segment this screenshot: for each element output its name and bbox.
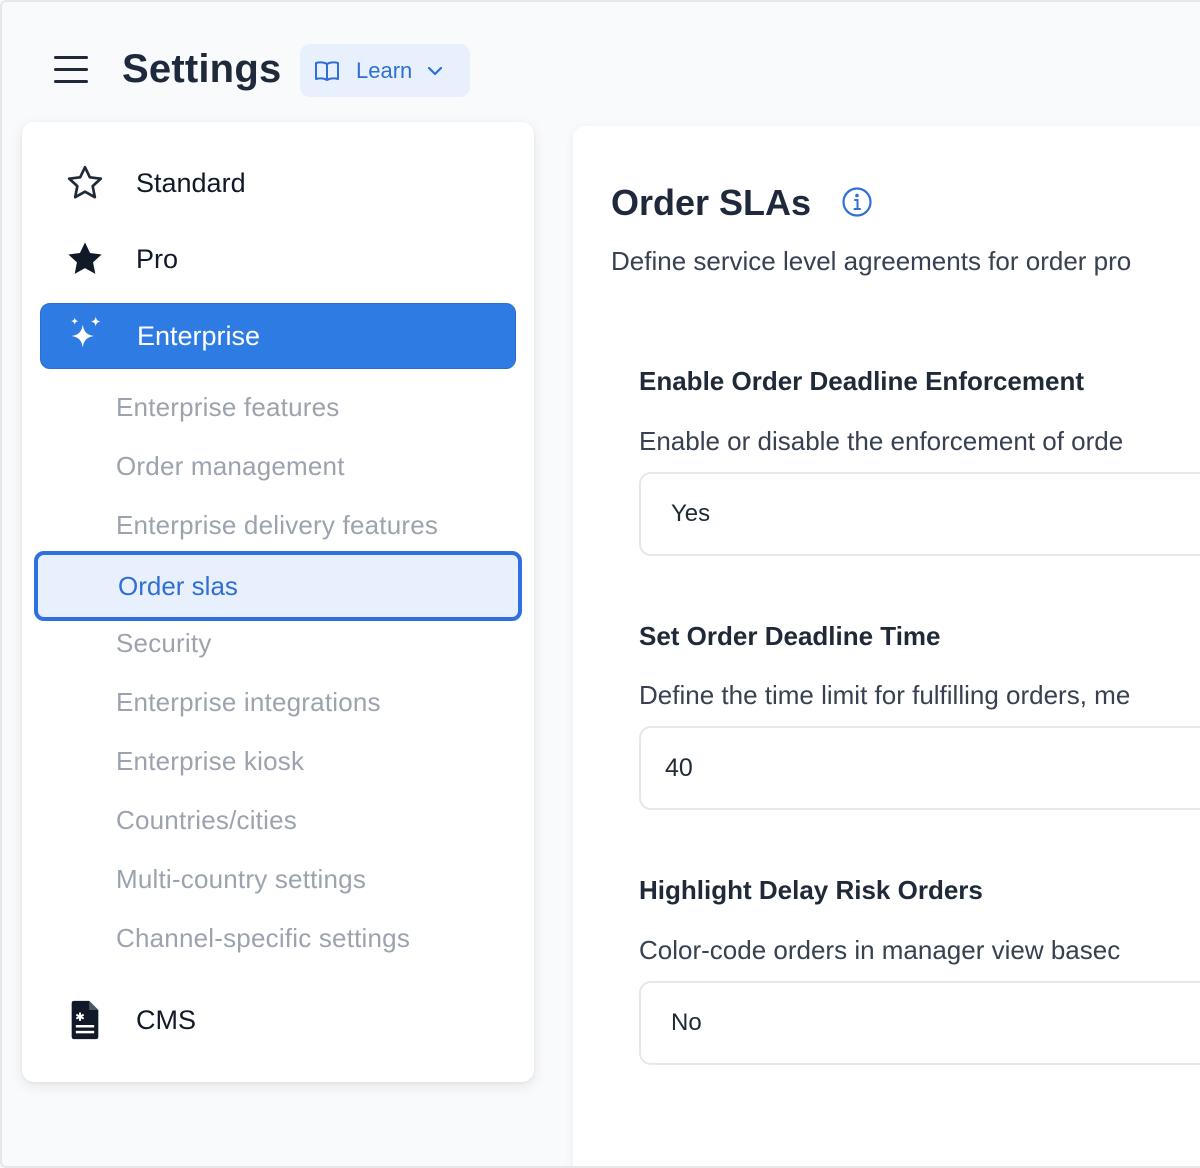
deadline-enforcement-select[interactable]: Yes: [639, 472, 1200, 556]
sidebar-subitem-order-slas[interactable]: Order slas: [34, 551, 522, 621]
field-help-deadline-time: Define the time limit for fulfilling ord…: [639, 680, 1131, 710]
field-label-delay-risk: Highlight Delay Risk Orders: [639, 875, 983, 905]
learn-label: Learn: [356, 57, 413, 83]
sidebar-item-pro[interactable]: Pro: [40, 226, 516, 292]
star-outline-icon: [67, 165, 103, 199]
sidebar-subitem-enterprise-features[interactable]: Enterprise features: [116, 387, 339, 427]
sidebar-subitem-order-management[interactable]: Order management: [116, 446, 345, 486]
sidebar-subitem-enterprise-integrations[interactable]: Enterprise integrations: [116, 682, 381, 722]
field-help-deadline-enforcement: Enable or disable the enforcement of ord…: [639, 426, 1124, 456]
delay-risk-select[interactable]: No: [639, 981, 1200, 1065]
sidebar-item-label: Standard: [136, 167, 246, 198]
sidebar-subitem-enterprise-delivery-features[interactable]: Enterprise delivery features: [116, 505, 438, 545]
sidebar-subitem-security[interactable]: Security: [116, 623, 212, 663]
field-label-deadline-time: Set Order Deadline Time: [639, 621, 941, 651]
sidebar-item-cms[interactable]: CMS: [40, 987, 516, 1053]
sidebar-subitem-countries-cities[interactable]: Countries/cities: [116, 800, 297, 840]
field-help-delay-risk: Color-code orders in manager view basec: [639, 935, 1121, 965]
sidebar-subitem-multi-country-settings[interactable]: Multi-country settings: [116, 859, 366, 899]
field-label-deadline-enforcement: Enable Order Deadline Enforcement: [639, 366, 1085, 396]
sidebar-item-enterprise[interactable]: Enterprise: [40, 303, 516, 369]
sidebar-item-standard[interactable]: Standard: [40, 150, 516, 216]
sidebar-item-label: Pro: [136, 243, 179, 274]
info-icon[interactable]: [841, 186, 873, 218]
sidebar-subitem-channel-specific-settings[interactable]: Channel-specific settings: [116, 918, 410, 958]
input-value: 40: [665, 753, 693, 782]
sparkles-icon: [71, 316, 101, 348]
section-description: Define service level agreements for orde…: [611, 246, 1132, 276]
learn-dropdown-button[interactable]: Learn: [300, 44, 470, 97]
star-filled-icon: [68, 242, 102, 274]
app-window: Settings Learn Standard Pro Enterprise E…: [0, 0, 1200, 1168]
sidebar-item-label: Enterprise: [137, 320, 261, 351]
section-title: Order SLAs: [611, 182, 812, 223]
sidebar-subitem-enterprise-kiosk[interactable]: Enterprise kiosk: [116, 741, 304, 781]
select-value: No: [671, 1009, 702, 1036]
chevron-down-icon: [428, 66, 443, 75]
select-value: Yes: [671, 500, 711, 527]
document-icon: [71, 1000, 99, 1040]
order-slas-panel: Order SLAs Define service level agreemen…: [573, 126, 1200, 1166]
hamburger-menu-icon[interactable]: [54, 56, 92, 88]
book-icon: [315, 60, 339, 81]
settings-sidebar: Standard Pro Enterprise Enterprise featu…: [22, 122, 534, 1082]
deadline-time-input[interactable]: 40: [639, 726, 1200, 810]
sidebar-item-label: CMS: [136, 1004, 196, 1035]
page-title: Settings: [122, 47, 282, 91]
